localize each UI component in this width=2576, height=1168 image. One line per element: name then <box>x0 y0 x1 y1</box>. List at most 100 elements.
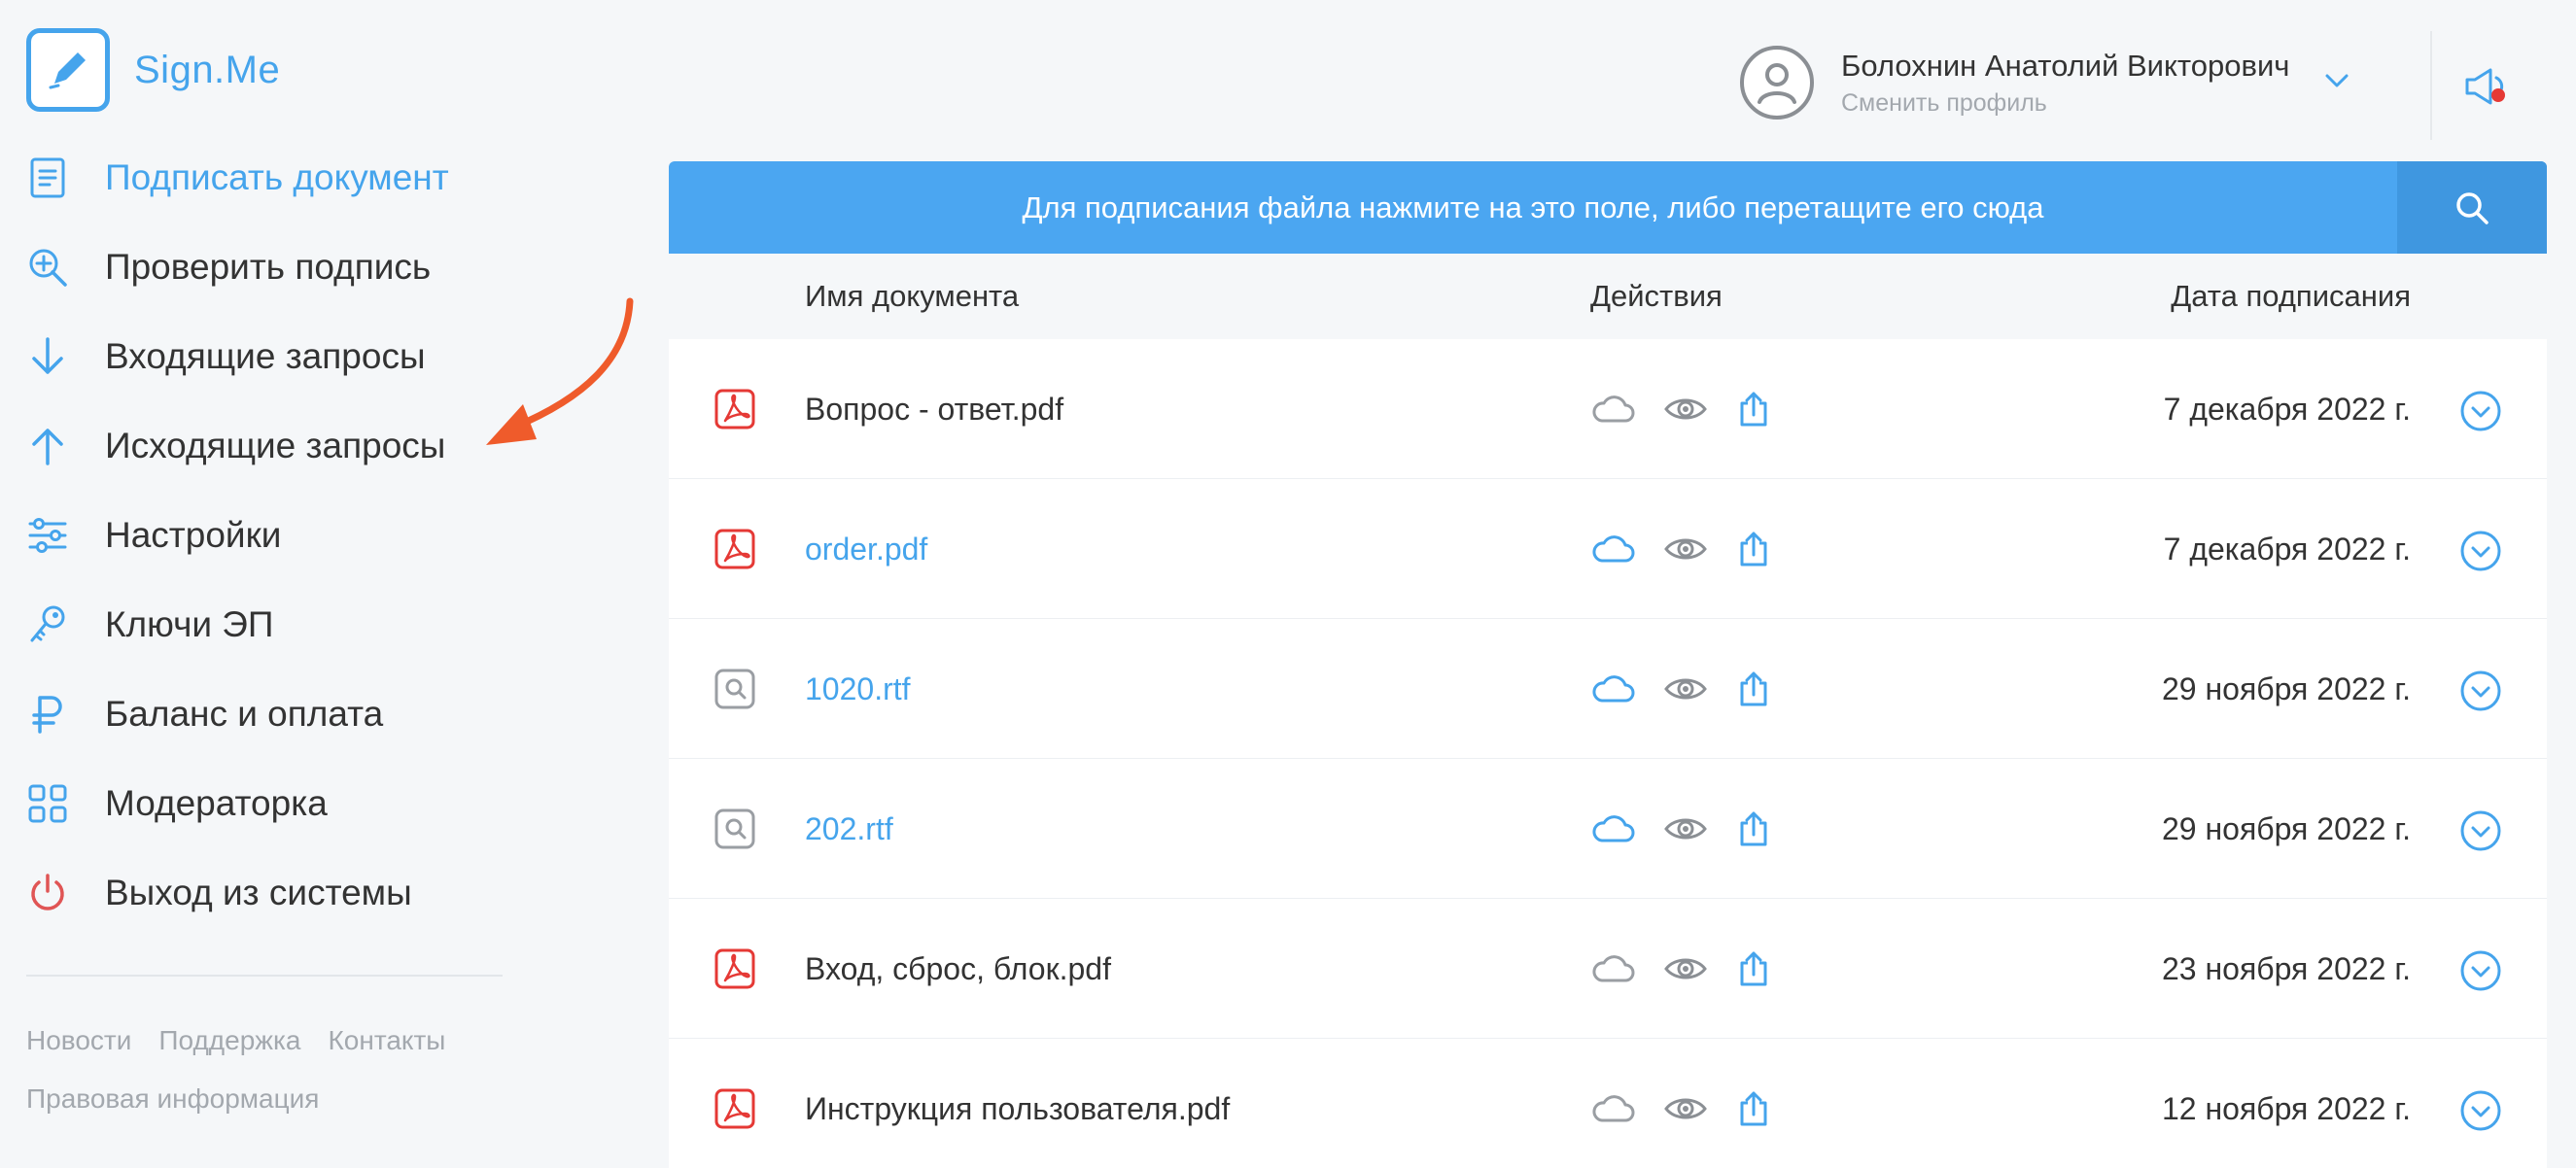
user-name: Болохнин Анатолий Викторович <box>1841 48 2290 83</box>
documents-table-body: Вопрос - ответ.pdf 7 декабря 2022 г. order… <box>669 339 2547 1168</box>
pen-logo-icon <box>26 28 110 112</box>
sidebar-item-label: Выход из системы <box>105 873 412 912</box>
signing-date: 23 ноября 2022 г. <box>2162 950 2411 986</box>
cloud-icon[interactable] <box>1590 807 1635 850</box>
app-name: Sign.Me <box>134 48 281 91</box>
cloud-icon[interactable] <box>1590 528 1635 570</box>
sidebar-item-balance[interactable]: Баланс и оплата <box>26 670 571 759</box>
eye-icon[interactable] <box>1663 947 1708 990</box>
expand-chevron-icon[interactable] <box>2459 670 2502 712</box>
table-header: Имя документа Действия Дата подписания <box>669 254 2547 339</box>
document-name[interactable]: 1020.rtf <box>805 619 911 759</box>
expand-chevron-icon[interactable] <box>2459 949 2502 992</box>
document-name: Инструкция пользователя.pdf <box>805 1090 1231 1126</box>
notifications-megaphone-icon[interactable] <box>2461 64 2512 111</box>
sidebar-item-sign-document[interactable]: Подписать документ <box>26 133 571 223</box>
table-row[interactable]: Вход, сброс, блок.pdf 23 ноября 2022 г. <box>669 899 2547 1039</box>
legal-info-link[interactable]: Правовая информация <box>26 1083 319 1115</box>
signing-date: 29 ноября 2022 г. <box>2162 810 2411 846</box>
eye-icon[interactable] <box>1663 528 1708 570</box>
sidebar-item-label: Баланс и оплата <box>105 694 384 734</box>
expand-chevron-icon[interactable] <box>2459 530 2502 572</box>
signing-date: 7 декабря 2022 г. <box>2163 531 2411 567</box>
share-icon[interactable] <box>1736 668 1771 710</box>
chevron-down-icon <box>2324 73 2350 93</box>
power-icon <box>26 872 69 914</box>
sidebar-item-label: Модераторка <box>105 783 328 823</box>
table-row[interactable]: 202.rtf 29 ноября 2022 г. <box>669 759 2547 899</box>
pdf-file-icon <box>714 947 756 990</box>
pdf-file-icon <box>714 528 756 570</box>
sidebar-nav: Подписать документ Проверить подпись Вхо… <box>26 133 571 938</box>
switch-profile-label: Сменить профиль <box>1841 88 2047 117</box>
signing-date: 7 декабря 2022 г. <box>2163 391 2411 427</box>
app-logo[interactable]: Sign.Me <box>26 28 280 112</box>
sidebar-item-keys[interactable]: Ключи ЭП <box>26 580 571 670</box>
share-icon[interactable] <box>1736 388 1771 430</box>
grid-icon <box>26 782 69 825</box>
document-name: Вопрос - ответ.pdf <box>805 391 1064 427</box>
sidebar-item-label: Настройки <box>105 515 282 555</box>
contacts-link[interactable]: Контакты <box>328 1025 445 1056</box>
pdf-file-icon <box>714 1087 756 1130</box>
eye-icon[interactable] <box>1663 388 1708 430</box>
signing-date: 12 ноября 2022 г. <box>2162 1090 2411 1126</box>
table-row[interactable]: Инструкция пользователя.pdf 12 ноября 202… <box>669 1039 2547 1168</box>
magnifier-plus-icon <box>26 246 69 289</box>
table-row[interactable]: 1020.rtf 29 ноября 2022 г. <box>669 619 2547 759</box>
key-icon <box>26 603 69 646</box>
news-link[interactable]: Новости <box>26 1025 131 1056</box>
upload-hint: Для подписания файла нажмите на это поле… <box>1022 189 2044 224</box>
sidebar-item-label: Исходящие запросы <box>105 426 446 465</box>
eye-icon[interactable] <box>1663 1087 1708 1130</box>
expand-chevron-icon[interactable] <box>2459 1089 2502 1132</box>
rtf-file-icon <box>714 807 756 850</box>
pdf-file-icon <box>714 388 756 430</box>
sidebar-item-label: Подписать документ <box>105 157 449 197</box>
arrow-down-icon <box>26 335 69 378</box>
document-name[interactable]: 202.rtf <box>805 759 893 899</box>
column-header-name[interactable]: Имя документа <box>805 254 1019 339</box>
column-header-actions: Действия <box>1590 279 1723 313</box>
sidebar-item-label: Входящие запросы <box>105 336 426 376</box>
upload-dropzone[interactable]: Для подписания файла нажмите на это поле… <box>669 161 2547 254</box>
sidebar-item-settings[interactable]: Настройки <box>26 491 571 580</box>
expand-chevron-icon[interactable] <box>2459 390 2502 432</box>
documents-panel: Для подписания файла нажмите на это поле… <box>669 161 2547 1168</box>
sidebar-item-label: Проверить подпись <box>105 247 432 287</box>
eye-icon[interactable] <box>1663 807 1708 850</box>
expand-chevron-icon[interactable] <box>2459 809 2502 852</box>
cloud-icon[interactable] <box>1590 668 1635 710</box>
sidebar-item-logout[interactable]: Выход из системы <box>26 848 571 938</box>
arrow-up-icon <box>26 425 69 467</box>
search-icon <box>2456 191 2489 224</box>
sidebar-divider <box>26 975 503 977</box>
share-icon[interactable] <box>1736 947 1771 990</box>
sliders-icon <box>26 514 69 557</box>
annotation-arrow-icon <box>486 297 634 445</box>
search-button[interactable] <box>2397 161 2547 254</box>
share-icon[interactable] <box>1736 1087 1771 1130</box>
sidebar-footer-links: Новости Поддержка Контакты Правовая инфо… <box>26 1025 551 1142</box>
header-separator <box>2430 31 2432 140</box>
share-icon[interactable] <box>1736 528 1771 570</box>
sidebar-item-label: Ключи ЭП <box>105 604 274 644</box>
cloud-icon[interactable] <box>1590 1087 1635 1130</box>
user-avatar-icon <box>1740 46 1814 120</box>
document-icon <box>26 156 69 199</box>
rtf-file-icon <box>714 668 756 710</box>
ruble-icon <box>26 693 69 736</box>
document-name[interactable]: order.pdf <box>805 479 927 619</box>
table-row[interactable]: order.pdf 7 декабря 2022 г. <box>669 479 2547 619</box>
support-link[interactable]: Поддержка <box>158 1025 300 1056</box>
sidebar-item-moderation[interactable]: Модераторка <box>26 759 571 848</box>
column-header-date[interactable]: Дата подписания <box>2171 254 2411 339</box>
eye-icon[interactable] <box>1663 668 1708 710</box>
cloud-icon[interactable] <box>1590 388 1635 430</box>
signing-date: 29 ноября 2022 г. <box>2162 670 2411 706</box>
share-icon[interactable] <box>1736 807 1771 850</box>
table-row[interactable]: Вопрос - ответ.pdf 7 декабря 2022 г. <box>669 339 2547 479</box>
cloud-icon[interactable] <box>1590 947 1635 990</box>
document-name: Вход, сброс, блок.pdf <box>805 950 1111 986</box>
profile-switcher[interactable]: Болохнин Анатолий Викторович Сменить про… <box>1740 46 2350 120</box>
